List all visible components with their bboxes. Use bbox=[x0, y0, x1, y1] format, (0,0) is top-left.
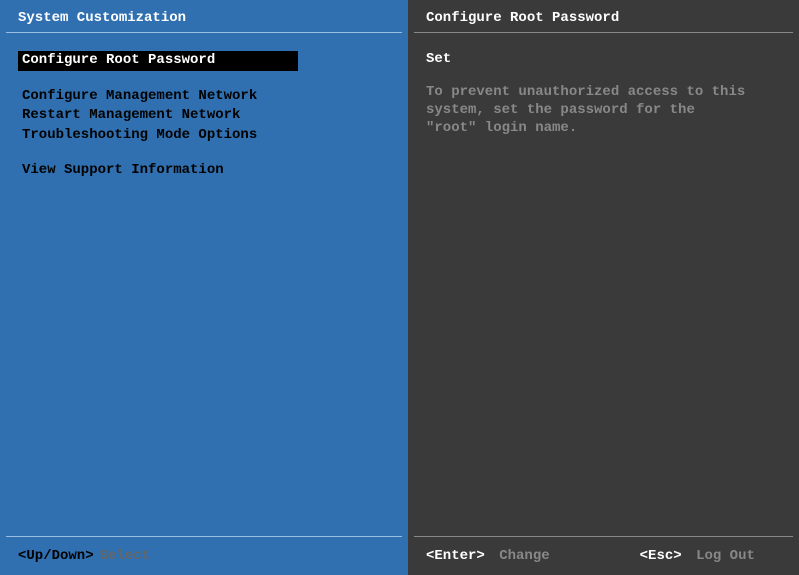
key-updown-action: Select bbox=[100, 548, 150, 564]
menu-item-configure-management-network[interactable]: Configure Management Network bbox=[18, 87, 390, 107]
right-panel: Configure Root Password Set To prevent u… bbox=[408, 0, 799, 536]
footer: <Up/Down> Select <Enter> Change <Esc> Lo… bbox=[0, 537, 799, 575]
key-updown-label: <Up/Down> bbox=[18, 548, 94, 564]
footer-esc-group: <Esc> Log Out bbox=[640, 548, 755, 564]
key-enter-label: <Enter> bbox=[426, 548, 485, 564]
key-esc-label: <Esc> bbox=[640, 548, 682, 564]
right-panel-title: Configure Root Password bbox=[408, 0, 799, 32]
left-panel: System Customization Configure Root Pass… bbox=[0, 0, 408, 536]
right-status-text: Set bbox=[426, 51, 781, 67]
footer-left: <Up/Down> Select bbox=[0, 537, 408, 575]
left-panel-body: Configure Root Password Configure Manage… bbox=[0, 33, 408, 536]
menu-spacer bbox=[18, 145, 390, 161]
menu-spacer bbox=[18, 71, 390, 87]
key-esc-action: Log Out bbox=[696, 548, 755, 564]
left-panel-title: System Customization bbox=[0, 0, 408, 32]
footer-right: <Enter> Change <Esc> Log Out bbox=[408, 537, 799, 575]
menu-item-restart-management-network[interactable]: Restart Management Network bbox=[18, 106, 390, 126]
menu-item-troubleshooting-mode-options[interactable]: Troubleshooting Mode Options bbox=[18, 126, 390, 146]
main-container: System Customization Configure Root Pass… bbox=[0, 0, 799, 536]
right-description-text: To prevent unauthorized access to this s… bbox=[426, 83, 746, 138]
key-enter-action: Change bbox=[499, 548, 549, 564]
menu-item-configure-root-password[interactable]: Configure Root Password bbox=[18, 51, 298, 71]
footer-enter-group: <Enter> Change bbox=[426, 548, 550, 564]
menu-item-view-support-information[interactable]: View Support Information bbox=[18, 161, 390, 181]
right-panel-body: Set To prevent unauthorized access to th… bbox=[408, 33, 799, 536]
